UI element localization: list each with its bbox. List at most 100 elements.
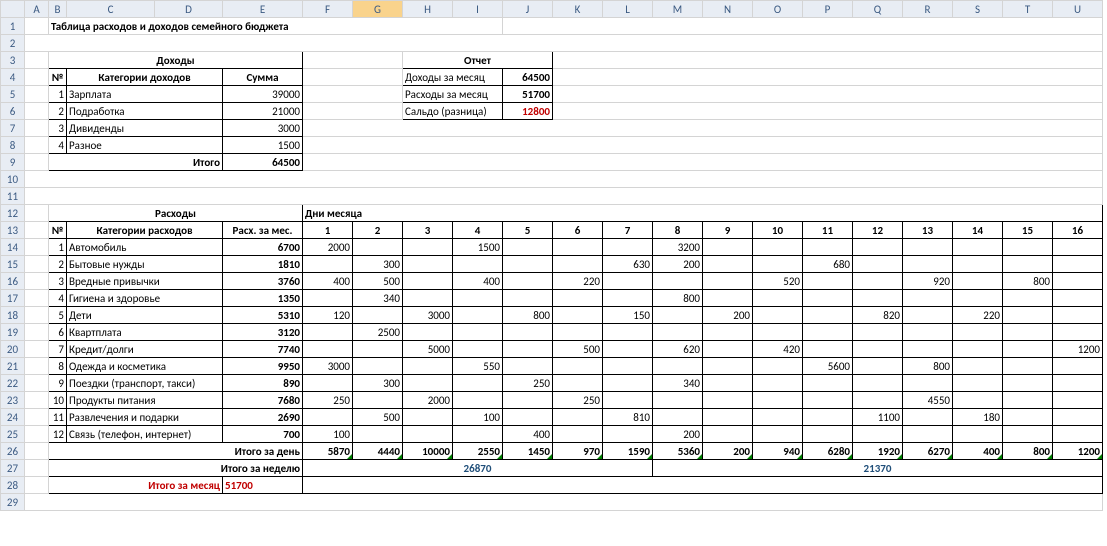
row-26[interactable]: 26 <box>1 443 25 460</box>
expense-day-cell[interactable] <box>603 324 653 341</box>
col-B[interactable]: B <box>49 1 67 18</box>
row-7[interactable]: 7 <box>1 120 25 137</box>
expense-day-cell[interactable] <box>553 239 603 256</box>
expense-day-cell[interactable] <box>1003 239 1053 256</box>
expense-day-cell[interactable] <box>303 409 353 426</box>
row-2[interactable]: 2 <box>1 35 25 52</box>
expense-day-cell[interactable] <box>1053 324 1103 341</box>
row-27[interactable]: 27 <box>1 460 25 477</box>
expense-day-cell[interactable] <box>903 375 953 392</box>
expense-day-cell[interactable]: 250 <box>503 375 553 392</box>
expense-day-cell[interactable] <box>903 307 953 324</box>
expense-day-cell[interactable] <box>903 341 953 358</box>
expense-day-cell[interactable] <box>353 341 403 358</box>
expense-day-cell[interactable]: 400 <box>303 273 353 290</box>
expense-day-cell[interactable] <box>1003 426 1053 443</box>
expense-day-cell[interactable] <box>803 392 853 409</box>
expense-day-cell[interactable]: 250 <box>303 392 353 409</box>
expense-day-cell[interactable] <box>503 358 553 375</box>
col-H[interactable]: H <box>403 1 453 18</box>
expense-day-cell[interactable] <box>853 375 903 392</box>
expense-day-cell[interactable] <box>1003 256 1053 273</box>
expense-day-cell[interactable] <box>403 375 453 392</box>
expense-day-cell[interactable] <box>1003 358 1053 375</box>
expense-day-cell[interactable]: 150 <box>603 307 653 324</box>
expense-day-cell[interactable] <box>403 256 453 273</box>
expense-day-cell[interactable] <box>453 426 503 443</box>
expense-day-cell[interactable] <box>753 409 803 426</box>
expense-day-cell[interactable] <box>953 341 1003 358</box>
expense-day-cell[interactable] <box>303 375 353 392</box>
expense-day-cell[interactable]: 800 <box>503 307 553 324</box>
expense-day-cell[interactable] <box>453 324 503 341</box>
col-T[interactable]: T <box>1003 1 1053 18</box>
expense-day-cell[interactable]: 820 <box>853 307 903 324</box>
row-21[interactable]: 21 <box>1 358 25 375</box>
expense-day-cell[interactable] <box>953 426 1003 443</box>
expense-day-cell[interactable] <box>703 375 753 392</box>
expense-day-cell[interactable] <box>503 324 553 341</box>
expense-day-cell[interactable] <box>553 256 603 273</box>
row-3[interactable]: 3 <box>1 52 25 69</box>
row-20[interactable]: 20 <box>1 341 25 358</box>
expense-day-cell[interactable]: 250 <box>553 392 603 409</box>
expense-day-cell[interactable] <box>453 256 503 273</box>
expense-day-cell[interactable]: 680 <box>803 256 853 273</box>
row-8[interactable]: 8 <box>1 137 25 154</box>
row-11[interactable]: 11 <box>1 188 25 205</box>
expense-day-cell[interactable]: 100 <box>453 409 503 426</box>
expense-day-cell[interactable] <box>653 392 703 409</box>
col-L[interactable]: L <box>603 1 653 18</box>
expense-day-cell[interactable]: 5000 <box>403 341 453 358</box>
expense-day-cell[interactable]: 420 <box>753 341 803 358</box>
expense-day-cell[interactable] <box>353 239 403 256</box>
expense-day-cell[interactable] <box>753 375 803 392</box>
expense-day-cell[interactable]: 300 <box>353 375 403 392</box>
expense-day-cell[interactable]: 340 <box>653 375 703 392</box>
row-28[interactable]: 28 <box>1 477 25 494</box>
expense-day-cell[interactable]: 520 <box>753 273 803 290</box>
expense-day-cell[interactable] <box>1053 307 1103 324</box>
expense-day-cell[interactable]: 2500 <box>353 324 403 341</box>
expense-day-cell[interactable] <box>703 341 753 358</box>
expense-day-cell[interactable] <box>803 341 853 358</box>
expense-day-cell[interactable] <box>603 290 653 307</box>
expense-day-cell[interactable] <box>1053 375 1103 392</box>
expense-day-cell[interactable] <box>653 358 703 375</box>
expense-day-cell[interactable] <box>453 341 503 358</box>
expense-day-cell[interactable] <box>753 290 803 307</box>
expense-day-cell[interactable] <box>1003 290 1053 307</box>
expense-day-cell[interactable] <box>1003 375 1053 392</box>
expense-day-cell[interactable] <box>703 409 753 426</box>
expense-day-cell[interactable] <box>503 341 553 358</box>
expense-day-cell[interactable]: 340 <box>353 290 403 307</box>
expense-day-cell[interactable]: 500 <box>353 409 403 426</box>
expense-day-cell[interactable]: 550 <box>453 358 503 375</box>
expense-day-cell[interactable] <box>403 426 453 443</box>
expense-day-cell[interactable] <box>903 256 953 273</box>
expense-day-cell[interactable]: 120 <box>303 307 353 324</box>
expense-day-cell[interactable] <box>753 358 803 375</box>
expense-day-cell[interactable] <box>503 392 553 409</box>
row-4[interactable]: 4 <box>1 69 25 86</box>
expense-day-cell[interactable] <box>853 239 903 256</box>
expense-day-cell[interactable] <box>503 273 553 290</box>
expense-day-cell[interactable] <box>753 392 803 409</box>
expense-day-cell[interactable] <box>303 341 353 358</box>
expense-day-cell[interactable] <box>553 409 603 426</box>
expense-day-cell[interactable] <box>303 256 353 273</box>
expense-day-cell[interactable] <box>853 273 903 290</box>
expense-day-cell[interactable] <box>1003 324 1053 341</box>
row-16[interactable]: 16 <box>1 273 25 290</box>
expense-day-cell[interactable] <box>953 392 1003 409</box>
expense-day-cell[interactable] <box>303 290 353 307</box>
expense-day-cell[interactable] <box>803 290 853 307</box>
expense-day-cell[interactable] <box>1053 256 1103 273</box>
expense-day-cell[interactable] <box>753 307 803 324</box>
expense-day-cell[interactable] <box>753 256 803 273</box>
expense-day-cell[interactable] <box>803 375 853 392</box>
expense-day-cell[interactable] <box>403 273 453 290</box>
expense-day-cell[interactable] <box>303 324 353 341</box>
expense-day-cell[interactable] <box>553 307 603 324</box>
expense-day-cell[interactable] <box>803 239 853 256</box>
